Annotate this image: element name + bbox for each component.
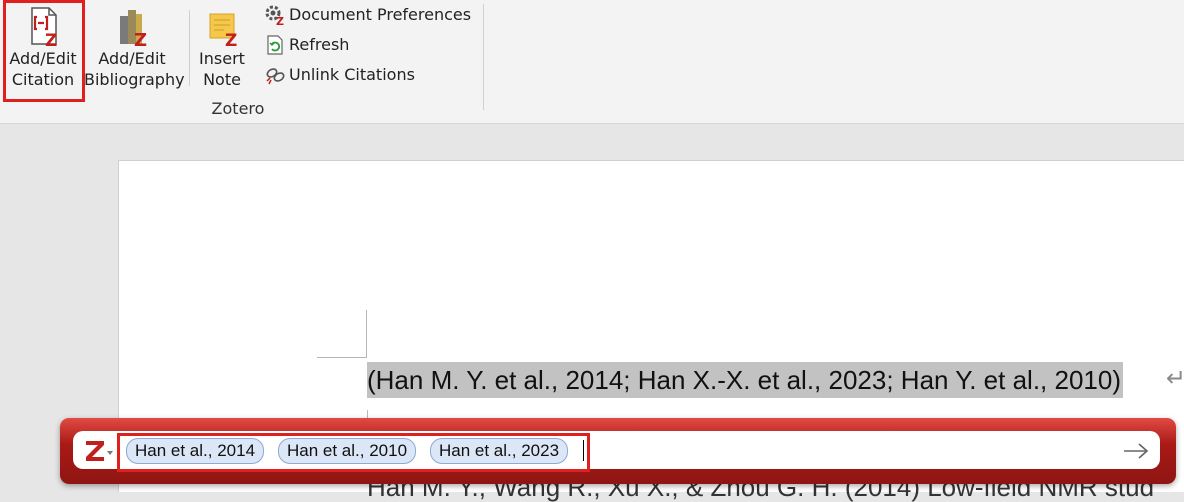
insert-note-button[interactable]: Z Insert Note bbox=[194, 0, 250, 102]
gear-icon: Z bbox=[265, 5, 284, 26]
add-citation-icon: Z bbox=[31, 7, 57, 48]
arrow-right-icon[interactable] bbox=[1122, 441, 1150, 461]
bibliography-label-line1: Add/Edit bbox=[98, 49, 166, 68]
text-cursor bbox=[583, 440, 584, 461]
unlink-citations-label: Unlink Citations bbox=[289, 65, 415, 84]
zotero-logo-icon[interactable] bbox=[83, 437, 107, 463]
svg-text:Z: Z bbox=[45, 31, 57, 48]
citation-bubble[interactable]: Han et al., 2023 bbox=[430, 438, 569, 464]
note-label-line1: Insert bbox=[199, 49, 245, 68]
refresh-label: Refresh bbox=[289, 35, 350, 54]
citation-bubble[interactable]: Han et al., 2010 bbox=[278, 438, 417, 464]
svg-text:Z: Z bbox=[276, 15, 284, 26]
ribbon-group-divider bbox=[483, 4, 484, 110]
citation-label-line2: Citation bbox=[11, 70, 75, 89]
margin-guide-vertical bbox=[366, 310, 367, 357]
unlink-icon bbox=[266, 68, 285, 85]
bibliography-books-icon: Z bbox=[120, 10, 147, 48]
refresh-button[interactable]: Refresh bbox=[264, 32, 349, 58]
zotero-ribbon: Z Add/Edit Citation Z Add/Edit Bibliogra… bbox=[0, 0, 1184, 124]
svg-text:Z: Z bbox=[225, 31, 237, 48]
citation-label-line1: Add/Edit bbox=[9, 49, 77, 68]
chevron-down-icon[interactable] bbox=[106, 450, 114, 456]
margin-guide-horizontal bbox=[317, 357, 367, 358]
unlink-citations-button[interactable]: Unlink Citations bbox=[264, 62, 415, 88]
note-label-line2: Note bbox=[203, 70, 241, 89]
zotero-group-label: Zotero bbox=[211, 99, 265, 118]
note-icon: Z bbox=[209, 13, 237, 48]
citation-bubble[interactable]: Han et al., 2014 bbox=[126, 438, 265, 464]
bibliography-label-line2: Bibliography bbox=[84, 70, 185, 89]
add-edit-bibliography-button[interactable]: Z Add/Edit Bibliography bbox=[84, 0, 185, 102]
svg-text:Z: Z bbox=[134, 30, 147, 48]
citation-field[interactable]: (Han M. Y. et al., 2014; Han X.-X. et al… bbox=[367, 362, 1123, 398]
add-edit-citation-button[interactable]: Z Add/Edit Citation bbox=[3, 0, 85, 102]
ribbon-divider bbox=[189, 10, 190, 86]
paragraph-mark: ↵ bbox=[1166, 364, 1184, 392]
document-preferences-button[interactable]: Z Document Preferences bbox=[264, 2, 471, 28]
document-preferences-label: Document Preferences bbox=[289, 5, 472, 24]
paragraph-mark-small bbox=[367, 410, 380, 418]
refresh-icon bbox=[267, 35, 283, 55]
